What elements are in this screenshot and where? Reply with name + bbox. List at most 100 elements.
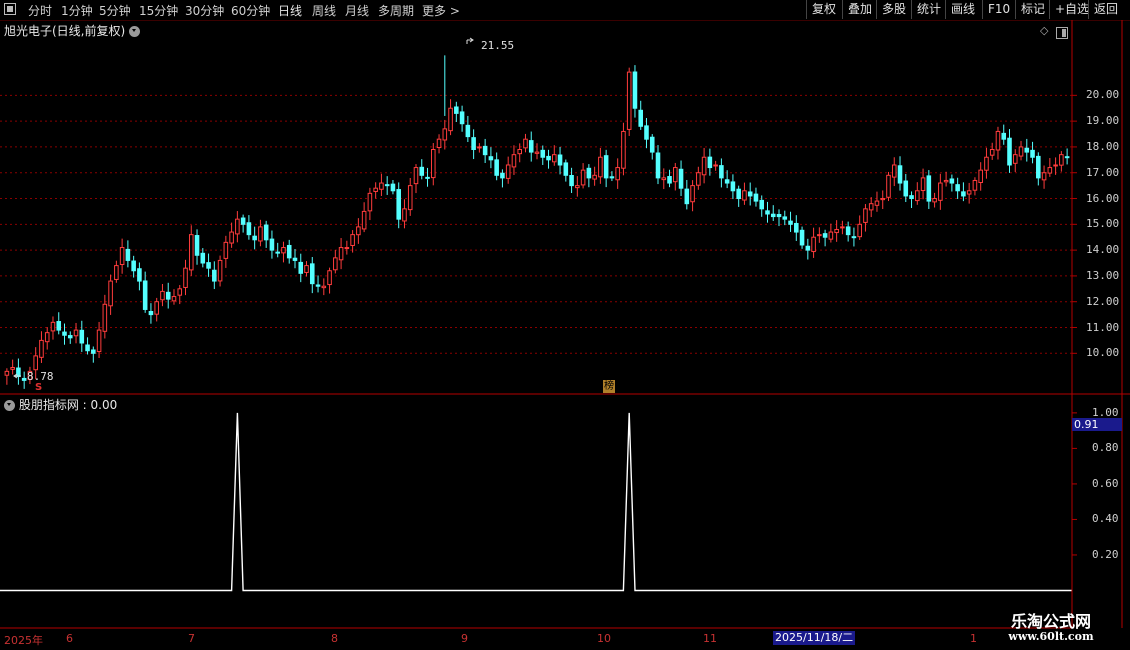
watermark-url: www.60lt.com [1008,630,1094,643]
candle-body [966,190,972,195]
candle-body [834,228,839,234]
candle-body [309,263,315,285]
candle-body [1030,149,1035,158]
candle-body [4,370,10,376]
candle-body [488,156,494,161]
date-label-jul: 7 [188,632,195,645]
candle-body [160,290,165,301]
candle-body [984,156,989,171]
high-arrow-icon [466,37,474,44]
candle-body [552,154,557,163]
candle-body [822,233,828,238]
candle-body [56,321,62,331]
candle-body [897,165,903,184]
candle-body [1053,164,1058,167]
candle-body [603,155,609,179]
candle-body [505,164,511,179]
candle-body [557,154,563,166]
candle-body [949,178,955,184]
candle-body [183,267,188,288]
candle-body [361,210,367,230]
candle-body [384,184,390,187]
candle-body [575,185,580,189]
candle-body [886,174,891,198]
sell-marker[interactable]: S [35,382,42,393]
candle-body [799,229,805,246]
indicator-line [0,412,1072,592]
candle-body [333,257,338,271]
candle-body [794,222,799,233]
candle-body [955,184,960,192]
rank-marker[interactable]: 榜 [603,380,615,393]
candle-body [638,109,644,127]
indicator-tick-label: 0.40 [1092,512,1119,526]
candle-body [91,349,96,354]
candle-body [206,262,211,269]
indicator-tick-label: 0.60 [1092,476,1119,490]
candle-body [598,156,603,178]
candle-body [137,268,142,282]
indicator-grid [1072,412,1077,556]
indicator-series [0,412,1072,592]
candle-body [407,185,413,211]
candle-body [707,156,713,169]
candle-body [863,208,868,223]
candle-body [926,175,932,202]
candle-body [724,179,730,184]
candle-body [989,149,995,156]
candle-body [701,156,707,176]
candle-body [33,355,38,371]
candle-body [142,280,148,310]
candle-body [350,234,355,246]
candle-body [857,223,862,238]
candle-body [177,288,183,296]
candle-body [563,162,569,176]
candle-body [373,187,378,192]
candle-body [632,71,638,109]
candle-body [828,231,834,240]
candle-body [367,192,373,212]
chevron-down-icon[interactable] [4,400,15,411]
candle-body [569,175,574,187]
candle-body [292,257,298,261]
candle-body [471,137,476,151]
candle-body [286,244,292,259]
candle-body [73,329,79,337]
candle-body [592,174,597,180]
candle-body [327,270,332,286]
candle-body [1036,155,1041,179]
candle-body [275,251,280,254]
date-cursor-label: 2025/11/18/二 [773,631,856,645]
candle-body [909,195,914,200]
candle-body [390,183,396,192]
candle-body [125,248,131,261]
candle-body [21,377,27,381]
candle-body [920,177,926,192]
candle-body [258,226,263,242]
candle-body [655,152,661,179]
candle-body [1007,137,1012,166]
candle-body [730,181,736,192]
candle-body [713,164,718,167]
candle-body [661,177,667,181]
candle-body [114,265,119,280]
kline-chart [0,20,1130,629]
date-label-sep: 9 [461,632,468,645]
price-tick-label: 11.00 [1086,320,1120,334]
date-label-year: 2025年 [4,634,43,647]
candle-body [269,238,275,251]
candle-body [753,193,759,202]
candle-body [304,265,309,273]
candle-body [719,165,724,179]
date-label-oct: 10 [597,632,611,645]
candle-body [667,176,672,184]
candle-body [223,241,229,259]
price-tick-label: 13.00 [1086,268,1120,282]
candle-body [200,252,206,264]
candle-body [79,329,85,344]
candle-body [1041,172,1047,181]
candle-body [517,149,522,155]
candle-body [298,261,304,274]
candle-body [1018,146,1024,157]
high-price-label: 21.55 [481,39,515,52]
